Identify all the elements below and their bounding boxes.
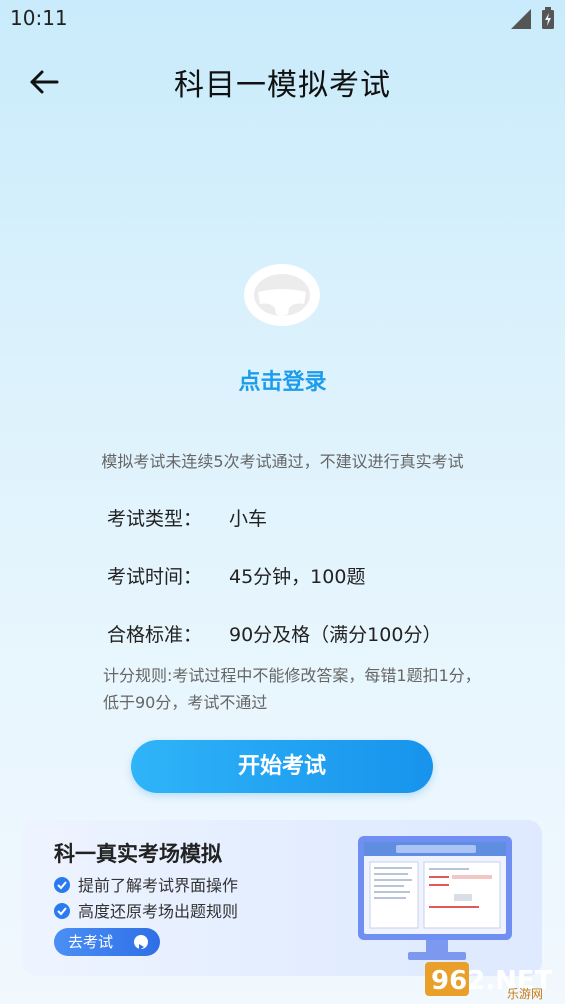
banner-feature: 提前了解考试界面操作 bbox=[54, 872, 238, 896]
avatar[interactable] bbox=[244, 264, 320, 326]
warning-text: 模拟考试未连续5次考试通过，不建议进行真实考试 bbox=[101, 452, 464, 471]
banner-feature-text: 提前了解考试界面操作 bbox=[78, 876, 239, 895]
exam-simulation-banner[interactable]: 科一真实考场模拟 提前了解考试界面操作 高度还原考场出题规则 去考试 bbox=[22, 820, 542, 976]
exam-time-row: 考试时间： 45分钟，100题 bbox=[107, 562, 365, 589]
arrow-right-icon bbox=[134, 935, 148, 950]
signal-icon bbox=[511, 9, 531, 29]
check-icon bbox=[54, 877, 70, 893]
watermark-subtext: 乐游网 bbox=[507, 987, 543, 1000]
start-exam-button[interactable]: 开始考试 bbox=[131, 740, 433, 793]
status-bar: 10:11 bbox=[0, 0, 565, 40]
banner-feature: 高度还原考场出题规则 bbox=[54, 898, 238, 922]
battery-icon bbox=[542, 7, 554, 29]
pass-standard-row: 合格标准： 90分及格（满分100分） bbox=[107, 620, 441, 647]
exam-time-label: 考试时间： bbox=[107, 566, 203, 588]
watermark-logo: 962.NET 乐游网 bbox=[425, 962, 553, 1000]
status-time: 10:11 bbox=[10, 6, 68, 30]
go-exam-button[interactable]: 去考试 bbox=[54, 928, 160, 956]
page-title: 科目一模拟考试 bbox=[174, 68, 391, 103]
header: 科目一模拟考试 bbox=[0, 48, 565, 116]
exam-type-label: 考试类型： bbox=[107, 508, 203, 530]
monitor-illustration bbox=[358, 836, 512, 960]
pass-standard-label: 合格标准： bbox=[107, 624, 203, 646]
check-icon bbox=[54, 903, 70, 919]
scoring-rule: 计分规则:考试过程中不能修改答案，每错1题扣1分，低于90分，考试不通过 bbox=[103, 666, 481, 712]
banner-feature-text: 高度还原考场出题规则 bbox=[78, 902, 239, 921]
pass-standard-value: 90分及格（满分100分） bbox=[229, 624, 442, 646]
login-link[interactable]: 点击登录 bbox=[0, 364, 565, 396]
banner-title: 科一真实考场模拟 bbox=[54, 842, 222, 866]
exam-time-value: 45分钟，100题 bbox=[229, 566, 366, 588]
exam-type-value: 小车 bbox=[229, 508, 268, 530]
go-exam-label: 去考试 bbox=[68, 933, 114, 951]
exam-type-row: 考试类型： 小车 bbox=[107, 504, 267, 531]
